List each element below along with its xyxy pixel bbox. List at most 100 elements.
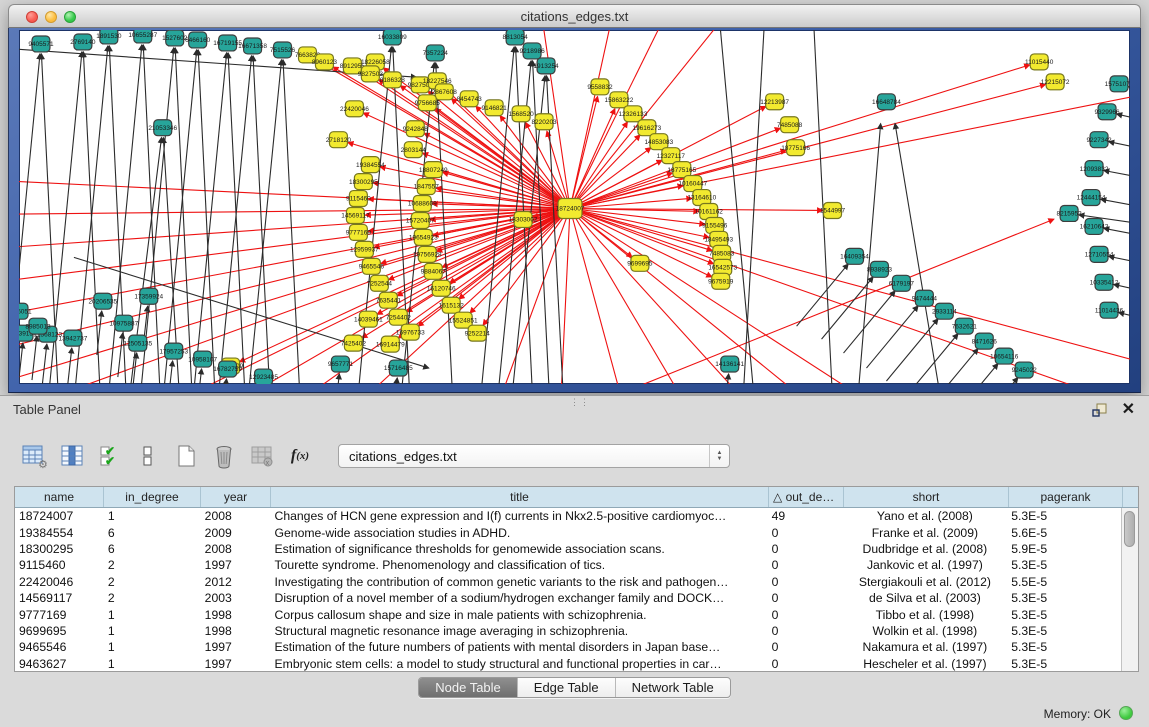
table-cell[interactable]: de Silva et al. (2003) bbox=[843, 591, 1008, 605]
column-select-icon[interactable] bbox=[58, 442, 86, 470]
table-cell[interactable]: Hescheler et al. (1997) bbox=[843, 657, 1008, 671]
network-edge[interactable] bbox=[392, 378, 397, 384]
table-cell[interactable]: 14569117 bbox=[15, 591, 104, 605]
network-edge[interactable] bbox=[245, 60, 282, 384]
network-edge[interactable] bbox=[283, 60, 302, 384]
table-cell[interactable]: Disruption of a novel member of a sodium… bbox=[271, 591, 768, 605]
table-cell[interactable]: 0 bbox=[768, 624, 843, 638]
network-edge[interactable] bbox=[215, 56, 252, 384]
column-header-name[interactable]: name bbox=[15, 487, 104, 507]
table-cell[interactable]: 5.9E-5 bbox=[1007, 542, 1121, 556]
table-cell[interactable]: 2008 bbox=[201, 509, 271, 523]
network-edge[interactable] bbox=[570, 208, 957, 384]
table-cell[interactable]: 2003 bbox=[201, 591, 271, 605]
network-edge[interactable] bbox=[32, 336, 37, 380]
network-edge[interactable] bbox=[198, 50, 217, 384]
network-edge[interactable] bbox=[570, 148, 651, 209]
network-edge[interactable] bbox=[895, 124, 945, 384]
table-cell[interactable]: 1998 bbox=[201, 624, 271, 638]
table-cell[interactable]: 1 bbox=[104, 624, 201, 638]
table-row[interactable]: 1938455462009Genome-wide association stu… bbox=[15, 524, 1121, 540]
table-cell[interactable]: 1997 bbox=[201, 558, 271, 572]
column-header-title[interactable]: title bbox=[271, 487, 769, 507]
network-edge[interactable] bbox=[190, 53, 227, 384]
table-cell[interactable]: 0 bbox=[768, 575, 843, 589]
network-edge[interactable] bbox=[197, 369, 202, 384]
table-cell[interactable]: 5.3E-5 bbox=[1007, 509, 1121, 523]
table-cell[interactable]: 18300295 bbox=[15, 542, 104, 556]
table-cell[interactable]: 0 bbox=[768, 526, 843, 540]
column-header-out_degree[interactable]: △ out_de… bbox=[769, 487, 844, 507]
delete-trash-icon[interactable] bbox=[210, 442, 238, 470]
table-row[interactable]: 1456911722003Disruption of a novel membe… bbox=[15, 590, 1121, 606]
table-cell[interactable]: Nakamura et al. (1997) bbox=[843, 640, 1008, 654]
tab-edge-table[interactable]: Edge Table bbox=[518, 678, 616, 697]
network-edge[interactable] bbox=[67, 348, 72, 384]
table-chooser-dropdown[interactable]: citations_edges.txt ▲▼ bbox=[338, 444, 730, 468]
table-cell[interactable]: 1997 bbox=[201, 657, 271, 671]
network-edge[interactable] bbox=[83, 52, 102, 384]
network-edge[interactable] bbox=[253, 56, 272, 384]
table-cell[interactable]: 5.3E-5 bbox=[1007, 608, 1121, 622]
network-edge[interactable] bbox=[168, 361, 173, 384]
column-header-pagerank[interactable]: pagerank bbox=[1009, 487, 1123, 507]
table-cell[interactable]: 5.6E-5 bbox=[1007, 526, 1121, 540]
network-edge[interactable] bbox=[946, 364, 998, 384]
table-settings-icon[interactable]: ⚙ bbox=[20, 442, 48, 470]
column-header-short[interactable]: short bbox=[844, 487, 1009, 507]
table-cell[interactable]: 1998 bbox=[201, 608, 271, 622]
table-cell[interactable]: 1 bbox=[104, 657, 201, 671]
function-builder-icon[interactable]: f(x) bbox=[286, 442, 314, 470]
table-cell[interactable]: 2008 bbox=[201, 542, 271, 556]
table-cell[interactable]: 2 bbox=[104, 591, 201, 605]
table-cell[interactable]: 0 bbox=[768, 608, 843, 622]
select-rows-icon[interactable]: ✔ ✔ bbox=[96, 442, 124, 470]
table-cell[interactable]: 9115460 bbox=[15, 558, 104, 572]
table-cell[interactable]: Structural magnetic resonance image aver… bbox=[271, 624, 768, 638]
table-cell[interactable]: 9465546 bbox=[15, 640, 104, 654]
network-edge[interactable] bbox=[500, 116, 570, 209]
table-cell[interactable]: 9699695 bbox=[15, 624, 104, 638]
new-document-icon[interactable] bbox=[172, 442, 200, 470]
table-cell[interactable]: 5.3E-5 bbox=[1007, 558, 1121, 572]
table-cell[interactable]: Estimation of the future numbers of pati… bbox=[271, 640, 768, 654]
network-edge[interactable] bbox=[1109, 142, 1130, 154]
table-cell[interactable]: 22420046 bbox=[15, 575, 104, 589]
window-titlebar[interactable]: citations_edges.txt bbox=[8, 4, 1141, 28]
table-cell[interactable]: 0 bbox=[768, 640, 843, 654]
table-cell[interactable]: 2012 bbox=[201, 575, 271, 589]
network-edge[interactable] bbox=[906, 334, 958, 384]
scrollbar-thumb[interactable] bbox=[1124, 511, 1135, 547]
network-canvas[interactable]: 1872400794055712769140189153010655287152… bbox=[19, 30, 1130, 384]
table-cell[interactable]: 5.3E-5 bbox=[1007, 657, 1121, 671]
table-cell[interactable]: 1 bbox=[104, 640, 201, 654]
table-cell[interactable]: 2 bbox=[104, 558, 201, 572]
table-row[interactable]: 977716911998Corpus callosum shape and si… bbox=[15, 606, 1121, 622]
table-cell[interactable]: 9463627 bbox=[15, 657, 104, 671]
network-edge[interactable] bbox=[570, 208, 1130, 384]
table-cell[interactable]: Estimation of significance thresholds fo… bbox=[271, 542, 768, 556]
table-cell[interactable]: Investigating the contribution of common… bbox=[271, 575, 768, 589]
table-cell[interactable]: 5.5E-5 bbox=[1007, 575, 1121, 589]
network-edge[interactable] bbox=[718, 30, 759, 384]
panel-drag-handle-icon[interactable]: ⋮⋮ bbox=[570, 397, 590, 408]
network-edge[interactable] bbox=[966, 378, 1018, 384]
table-row[interactable]: 969969511998Structural magnetic resonanc… bbox=[15, 623, 1121, 639]
table-cell[interactable]: 1997 bbox=[201, 640, 271, 654]
network-edge[interactable] bbox=[42, 344, 47, 384]
table-row[interactable]: 946554611997Estimation of the future num… bbox=[15, 639, 1121, 655]
table-cell[interactable]: 1 bbox=[104, 509, 201, 523]
table-vertical-scrollbar[interactable] bbox=[1121, 508, 1138, 671]
network-edge[interactable] bbox=[1129, 87, 1130, 98]
column-header-in_degree[interactable]: in_degree bbox=[104, 487, 201, 507]
table-cell[interactable]: 5.3E-5 bbox=[1007, 591, 1121, 605]
table-cell[interactable]: Franke et al. (2009) bbox=[843, 526, 1008, 540]
float-panel-icon[interactable] bbox=[1091, 401, 1109, 419]
network-graph[interactable]: 1872400794055712769140189153010655287152… bbox=[19, 30, 1130, 384]
table-cell[interactable]: Jankovic et al. (1997) bbox=[843, 558, 1008, 572]
network-edge[interactable] bbox=[118, 333, 123, 377]
close-panel-icon[interactable]: ✕ bbox=[1122, 399, 1135, 419]
table-cell[interactable]: Corpus callosum shape and size in male p… bbox=[271, 608, 768, 622]
table-row[interactable]: 911546021997Tourette syndrome. Phenomeno… bbox=[15, 557, 1121, 573]
delete-table-icon[interactable]: x bbox=[248, 442, 276, 470]
